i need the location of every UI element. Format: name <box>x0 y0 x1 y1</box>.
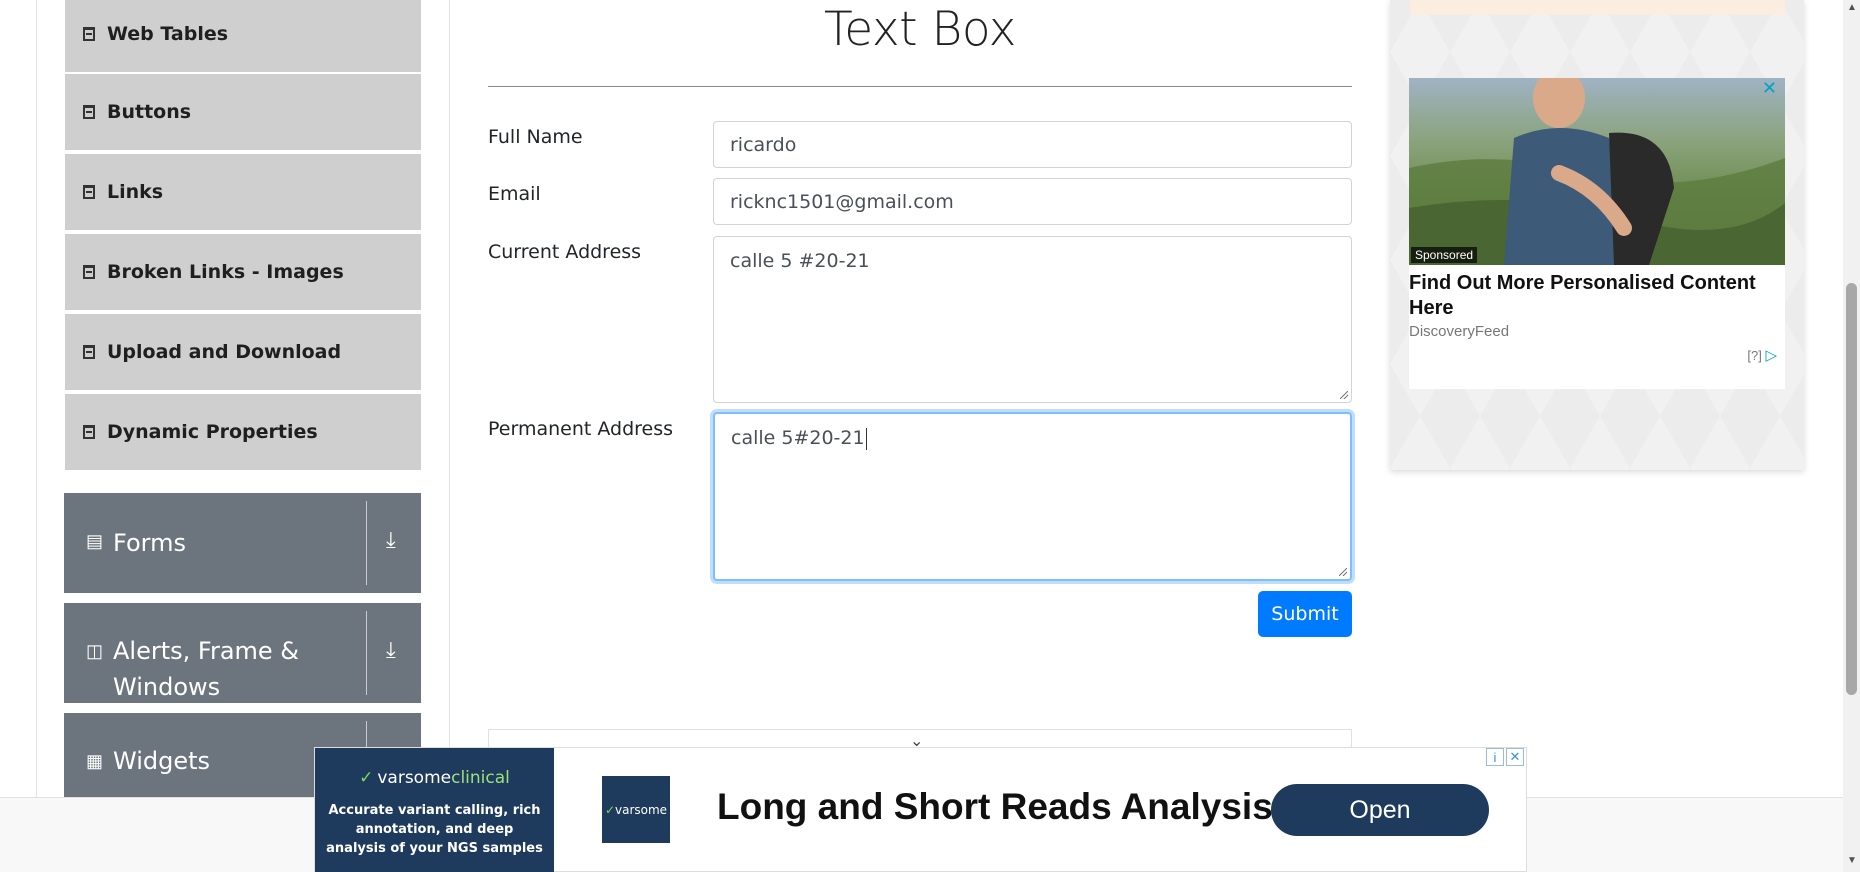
scroll-up-arrow-icon[interactable]: ▲ <box>1847 2 1857 13</box>
sidebar-group-alerts[interactable]: ◫ Alerts, Frame & Windows ⤓ <box>64 603 421 703</box>
current-address-label: Current Address <box>488 241 642 263</box>
sponsored-badge: Sponsored <box>1411 247 1478 263</box>
group-label: Forms <box>113 529 186 557</box>
group-divider <box>366 611 367 695</box>
current-address-textarea[interactable]: calle 5 #20-21 <box>713 236 1352 403</box>
sidebar-item-web-tables[interactable]: Web Tables <box>65 0 421 74</box>
open-button[interactable]: Open <box>1271 784 1489 836</box>
close-icon[interactable]: ✕ <box>1762 78 1777 99</box>
sidebar-item-buttons[interactable]: Buttons <box>65 74 421 152</box>
close-icon[interactable]: ✕ <box>1506 748 1524 766</box>
check-icon: ✓ <box>604 802 615 817</box>
ad-headline[interactable]: Find Out More Personalised Content Here <box>1409 271 1785 321</box>
ad-info-label: [?] <box>1747 348 1762 363</box>
download-arrow-icon[interactable]: ⤓ <box>386 637 396 663</box>
title-divider <box>488 86 1352 87</box>
sidebar-item-links[interactable]: Links <box>65 154 421 232</box>
ad-image-hiker[interactable]: Sponsored <box>1409 78 1785 265</box>
banner-brand-panel[interactable]: ✓ varsomeclinical Accurate variant callin… <box>315 748 554 872</box>
resize-handle[interactable] <box>1340 391 1348 399</box>
permanent-address-label: Permanent Address <box>488 418 674 440</box>
page: Web Tables Buttons Links Broken Links - … <box>0 0 1860 872</box>
hiker-illustration <box>1409 78 1785 265</box>
text-caret <box>865 427 867 450</box>
permanent-address-textarea[interactable]: calle 5#20-21 <box>713 412 1352 581</box>
group-divider <box>366 501 367 585</box>
full-name-input[interactable]: ricardo <box>713 121 1352 168</box>
sidebar-item-label: Broken Links - Images <box>107 261 344 283</box>
brand-part2: clinical <box>451 768 510 788</box>
html5-icon <box>83 265 95 279</box>
scroll-thumb[interactable] <box>1846 283 1857 695</box>
submit-button[interactable]: Submit <box>1258 591 1352 637</box>
brand-name: ✓ varsomeclinical <box>315 768 554 788</box>
adchoices-icon[interactable]: ▷ <box>1765 347 1777 364</box>
group-label: Widgets <box>113 747 211 775</box>
sidebar-item-upload-download[interactable]: Upload and Download <box>65 314 421 392</box>
banner-logo-text: varsome <box>615 802 668 817</box>
resize-handle[interactable] <box>1339 568 1347 576</box>
banner-logo[interactable]: ✓ varsome <box>602 776 670 843</box>
scroll-down-arrow-icon[interactable]: ▼ <box>1847 855 1857 866</box>
permanent-address-text: calle 5#20-21 <box>731 427 865 449</box>
document-icon: ▤ <box>86 531 104 551</box>
page-scrollbar[interactable]: ▲ ▼ <box>1843 0 1860 872</box>
widgets-icon: ▦ <box>86 751 104 771</box>
html5-icon <box>83 185 95 199</box>
html5-icon <box>83 425 95 439</box>
check-icon: ✓ <box>359 768 374 788</box>
sidebar-item-broken-links[interactable]: Broken Links - Images <box>65 234 421 312</box>
email-label: Email <box>488 183 541 205</box>
banner-tagline: Accurate variant calling, rich annotatio… <box>326 803 543 856</box>
sidebar-item-label: Upload and Download <box>107 341 342 363</box>
full-name-label: Full Name <box>488 126 583 148</box>
current-address-text: calle 5 #20-21 <box>730 250 870 272</box>
page-title: Text Box <box>824 2 1016 57</box>
ad-info[interactable]: [?] ▷ <box>1747 346 1777 364</box>
banner-headline[interactable]: Long and Short Reads Analysis <box>717 786 1273 828</box>
email-input[interactable]: ricknc1501@gmail.com <box>713 178 1352 225</box>
collapsed-section[interactable]: ⌄ <box>488 729 1352 750</box>
group-label: Alerts, Frame & Windows <box>113 637 300 701</box>
sidebar-group-forms[interactable]: ▤ Forms ⤓ <box>64 493 421 593</box>
bottom-banner-ad[interactable]: ✓ varsomeclinical Accurate variant callin… <box>314 747 1527 872</box>
sidebar-item-label: Web Tables <box>107 23 229 45</box>
window-icon: ◫ <box>86 641 104 661</box>
info-icon[interactable]: i <box>1486 748 1504 766</box>
ad-source[interactable]: DiscoveryFeed <box>1409 323 1509 340</box>
html5-icon <box>83 27 95 41</box>
ad-top-strip <box>1410 0 1785 15</box>
brand-part1: varsome <box>377 768 452 788</box>
banner-controls: i ✕ <box>1486 748 1524 766</box>
sidebar-item-label: Buttons <box>107 101 192 123</box>
html5-icon <box>83 345 95 359</box>
sidebar-item-label: Links <box>107 181 164 203</box>
sidebar-item-label: Dynamic Properties <box>107 421 318 443</box>
html5-icon <box>83 105 95 119</box>
sidebar-item-dynamic-properties[interactable]: Dynamic Properties <box>65 394 421 472</box>
ad-card[interactable]: Sponsored ✕ Find Out More Personalised C… <box>1409 78 1785 389</box>
download-arrow-icon[interactable]: ⤓ <box>386 527 396 553</box>
